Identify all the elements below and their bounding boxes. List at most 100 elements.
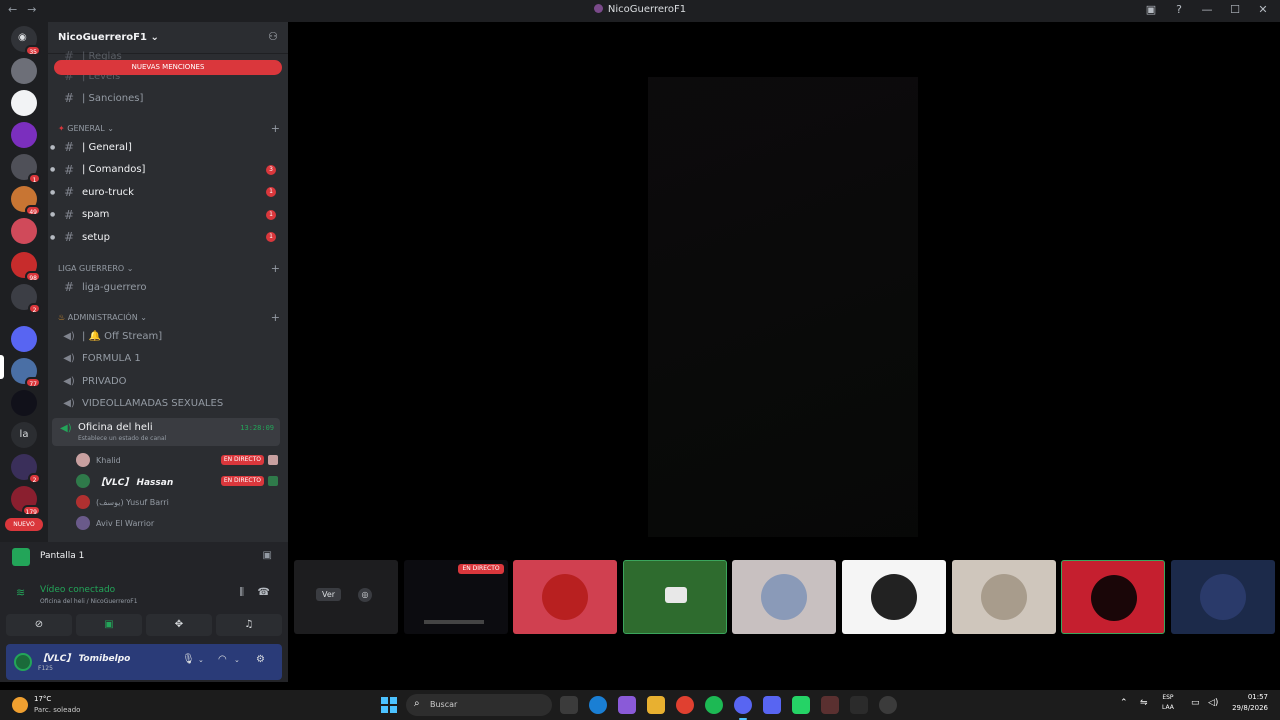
user-name[interactable]: 【VLC】 Tomibelpo — [38, 651, 130, 664]
network-status-icon[interactable]: ⇋ — [1140, 698, 1148, 708]
whatsapp-icon[interactable] — [792, 696, 810, 714]
microphone-icon[interactable]: 🎙 — [182, 654, 195, 665]
category-liga-guerrero[interactable]: LIGA GUERRERO ⌄ + — [58, 261, 280, 275]
spotify-icon[interactable] — [705, 696, 723, 714]
add-channel-icon[interactable]: + — [271, 311, 280, 324]
server-icon-4[interactable]: 1 — [11, 154, 41, 184]
voice-user[interactable]: (يوسف) Yusuf Barri — [76, 492, 282, 512]
server-icon-8[interactable]: 2 — [11, 284, 41, 314]
server-icon-6[interactable] — [11, 218, 37, 244]
server-icon-9[interactable] — [11, 326, 37, 352]
channel-status[interactable]: Establece un estado de canal — [78, 435, 166, 442]
mic-options-icon[interactable]: ⌄ — [198, 656, 204, 664]
add-channel-icon[interactable]: + — [271, 122, 280, 135]
voice-user[interactable]: 【VLC】 Hassan EN DIRECTO — [76, 471, 282, 491]
participant-tile[interactable]: EN DIRECTO — [403, 560, 508, 634]
task-view-icon[interactable] — [560, 696, 578, 714]
eye-icon[interactable]: ◎ — [358, 588, 372, 602]
headphones-icon[interactable]: ◠ — [218, 654, 227, 665]
participant-tile[interactable] — [732, 560, 837, 634]
channel-item[interactable]: ● # | Comandos] 3 — [50, 160, 282, 180]
participant-avatar — [542, 574, 589, 620]
minimize-button[interactable]: — — [1200, 3, 1214, 16]
voice-channel-item[interactable]: ◀) FORMULA 1 — [54, 349, 282, 369]
user-avatar[interactable] — [14, 653, 32, 671]
gear-icon[interactable]: ⚙ — [256, 654, 265, 665]
server-icon-5[interactable]: 49 — [11, 186, 41, 216]
camera-off-icon[interactable]: ⊘ — [6, 614, 72, 636]
channel-sanciones[interactable]: # | Sanciones] — [54, 88, 282, 108]
server-icon-14[interactable]: 179 — [11, 486, 41, 516]
chrome-icon[interactable] — [676, 696, 694, 714]
voice-user[interactable]: Aviv El Warrior — [76, 513, 282, 533]
live-badge[interactable]: EN DIRECTO — [220, 455, 264, 465]
channel-item[interactable]: ● # euro-truck 1 — [50, 182, 282, 202]
copilot-icon[interactable] — [618, 696, 636, 714]
add-channel-icon[interactable]: + — [271, 262, 280, 275]
channel-item[interactable]: ● # spam 1 — [50, 205, 282, 225]
watch-stream-button[interactable]: Ver — [316, 588, 342, 601]
participant-tile[interactable]: Ver ◎ — [294, 560, 398, 634]
edge-icon[interactable] — [589, 696, 607, 714]
participant-tile[interactable] — [1061, 560, 1166, 634]
voice-channel-item[interactable]: ◀) VIDEOLLAMADAS SEXUALES — [54, 394, 282, 414]
participant-tile[interactable] — [951, 560, 1056, 634]
participant-tile[interactable] — [622, 560, 727, 634]
stop-stream-icon[interactable]: ▣ — [263, 550, 272, 561]
category-general[interactable]: ✦ GENERAL ⌄ + — [58, 121, 280, 135]
voice-user[interactable]: Khalid EN DIRECTO — [76, 450, 282, 470]
signal-icon[interactable]: ≋ — [16, 586, 25, 599]
stream-preview-icon[interactable] — [268, 476, 278, 486]
connection-label[interactable]: Vídeo conectado — [40, 585, 115, 595]
channel-liga-guerrero[interactable]: # liga-guerrero — [54, 277, 282, 297]
activities-icon[interactable]: ✥ — [146, 614, 212, 636]
server-icon-12[interactable]: la — [11, 422, 37, 448]
server-icon-7[interactable]: 98 — [11, 252, 41, 282]
share-screen-icon[interactable]: ▣ — [76, 614, 142, 636]
server-icon-2[interactable] — [11, 90, 37, 116]
server-icon-10[interactable]: 77 — [11, 358, 41, 388]
soundboard-icon[interactable]: ♫ — [216, 614, 282, 636]
voice-channel-item[interactable]: ◀) PRIVADO — [54, 371, 282, 391]
channel-item[interactable]: ● # setup 1 — [50, 227, 282, 247]
voice-channel-item[interactable]: ◀) | 🔔 Off Stream] — [54, 326, 282, 346]
focused-video[interactable] — [648, 77, 918, 537]
channel-item[interactable]: ● # | General] — [50, 137, 282, 157]
new-mentions-banner[interactable]: NUEVAS MENCIONES — [54, 60, 282, 75]
game-icon[interactable] — [821, 696, 839, 714]
live-badge[interactable]: EN DIRECTO — [220, 476, 264, 486]
volume-icon[interactable]: ◁) — [1208, 698, 1218, 708]
display-icon[interactable]: ▭ — [1191, 698, 1200, 708]
weather-widget[interactable]: 17°C Parc. soleado — [12, 694, 102, 716]
windows-start-icon[interactable] — [381, 697, 397, 713]
inbox-icon[interactable]: ▣ — [1144, 3, 1158, 16]
stream-preview-icon[interactable] — [268, 455, 278, 465]
home-button[interactable]: ◉ 35 — [11, 26, 41, 56]
participant-tile[interactable] — [1170, 560, 1275, 634]
server-icon-11[interactable] — [11, 390, 37, 416]
clock[interactable]: 01:57 29/8/2026 — [1218, 693, 1268, 712]
participant-tile[interactable] — [513, 560, 618, 634]
close-button[interactable]: ✕ — [1256, 3, 1270, 16]
new-badge[interactable]: NUEVO — [5, 518, 43, 531]
language-indicator[interactable]: ESP LAA — [1162, 693, 1174, 713]
help-icon[interactable]: ? — [1172, 3, 1186, 16]
invite-icon[interactable]: ⚇ — [268, 30, 278, 43]
participant-tile[interactable] — [842, 560, 946, 634]
audio-options-icon[interactable]: ⌄ — [234, 656, 240, 664]
steam-icon[interactable] — [879, 696, 897, 714]
discord-taskbar-icon[interactable] — [734, 696, 752, 720]
server-icon-3[interactable] — [11, 122, 37, 148]
category-administracion[interactable]: ♨ ADMINISTRACIÓN ⌄ + — [58, 310, 280, 324]
file-explorer-icon[interactable] — [647, 696, 665, 714]
taskbar-search[interactable]: ⌕ Buscar — [406, 694, 552, 716]
discord-ptb-icon[interactable] — [763, 696, 781, 714]
tray-chevron-icon[interactable]: ⌃ — [1120, 698, 1128, 708]
f1-app-icon[interactable] — [850, 696, 868, 714]
disconnect-icon[interactable]: ☎ — [258, 587, 270, 598]
voice-channel-oficina[interactable]: ◀) Oficina del heli Establece un estado … — [52, 418, 280, 446]
noise-suppression-icon[interactable]: ⫼ — [239, 587, 244, 598]
server-icon-13[interactable]: 2 — [11, 454, 41, 484]
maximize-button[interactable]: ☐ — [1228, 3, 1242, 16]
server-icon-1[interactable] — [11, 58, 37, 84]
